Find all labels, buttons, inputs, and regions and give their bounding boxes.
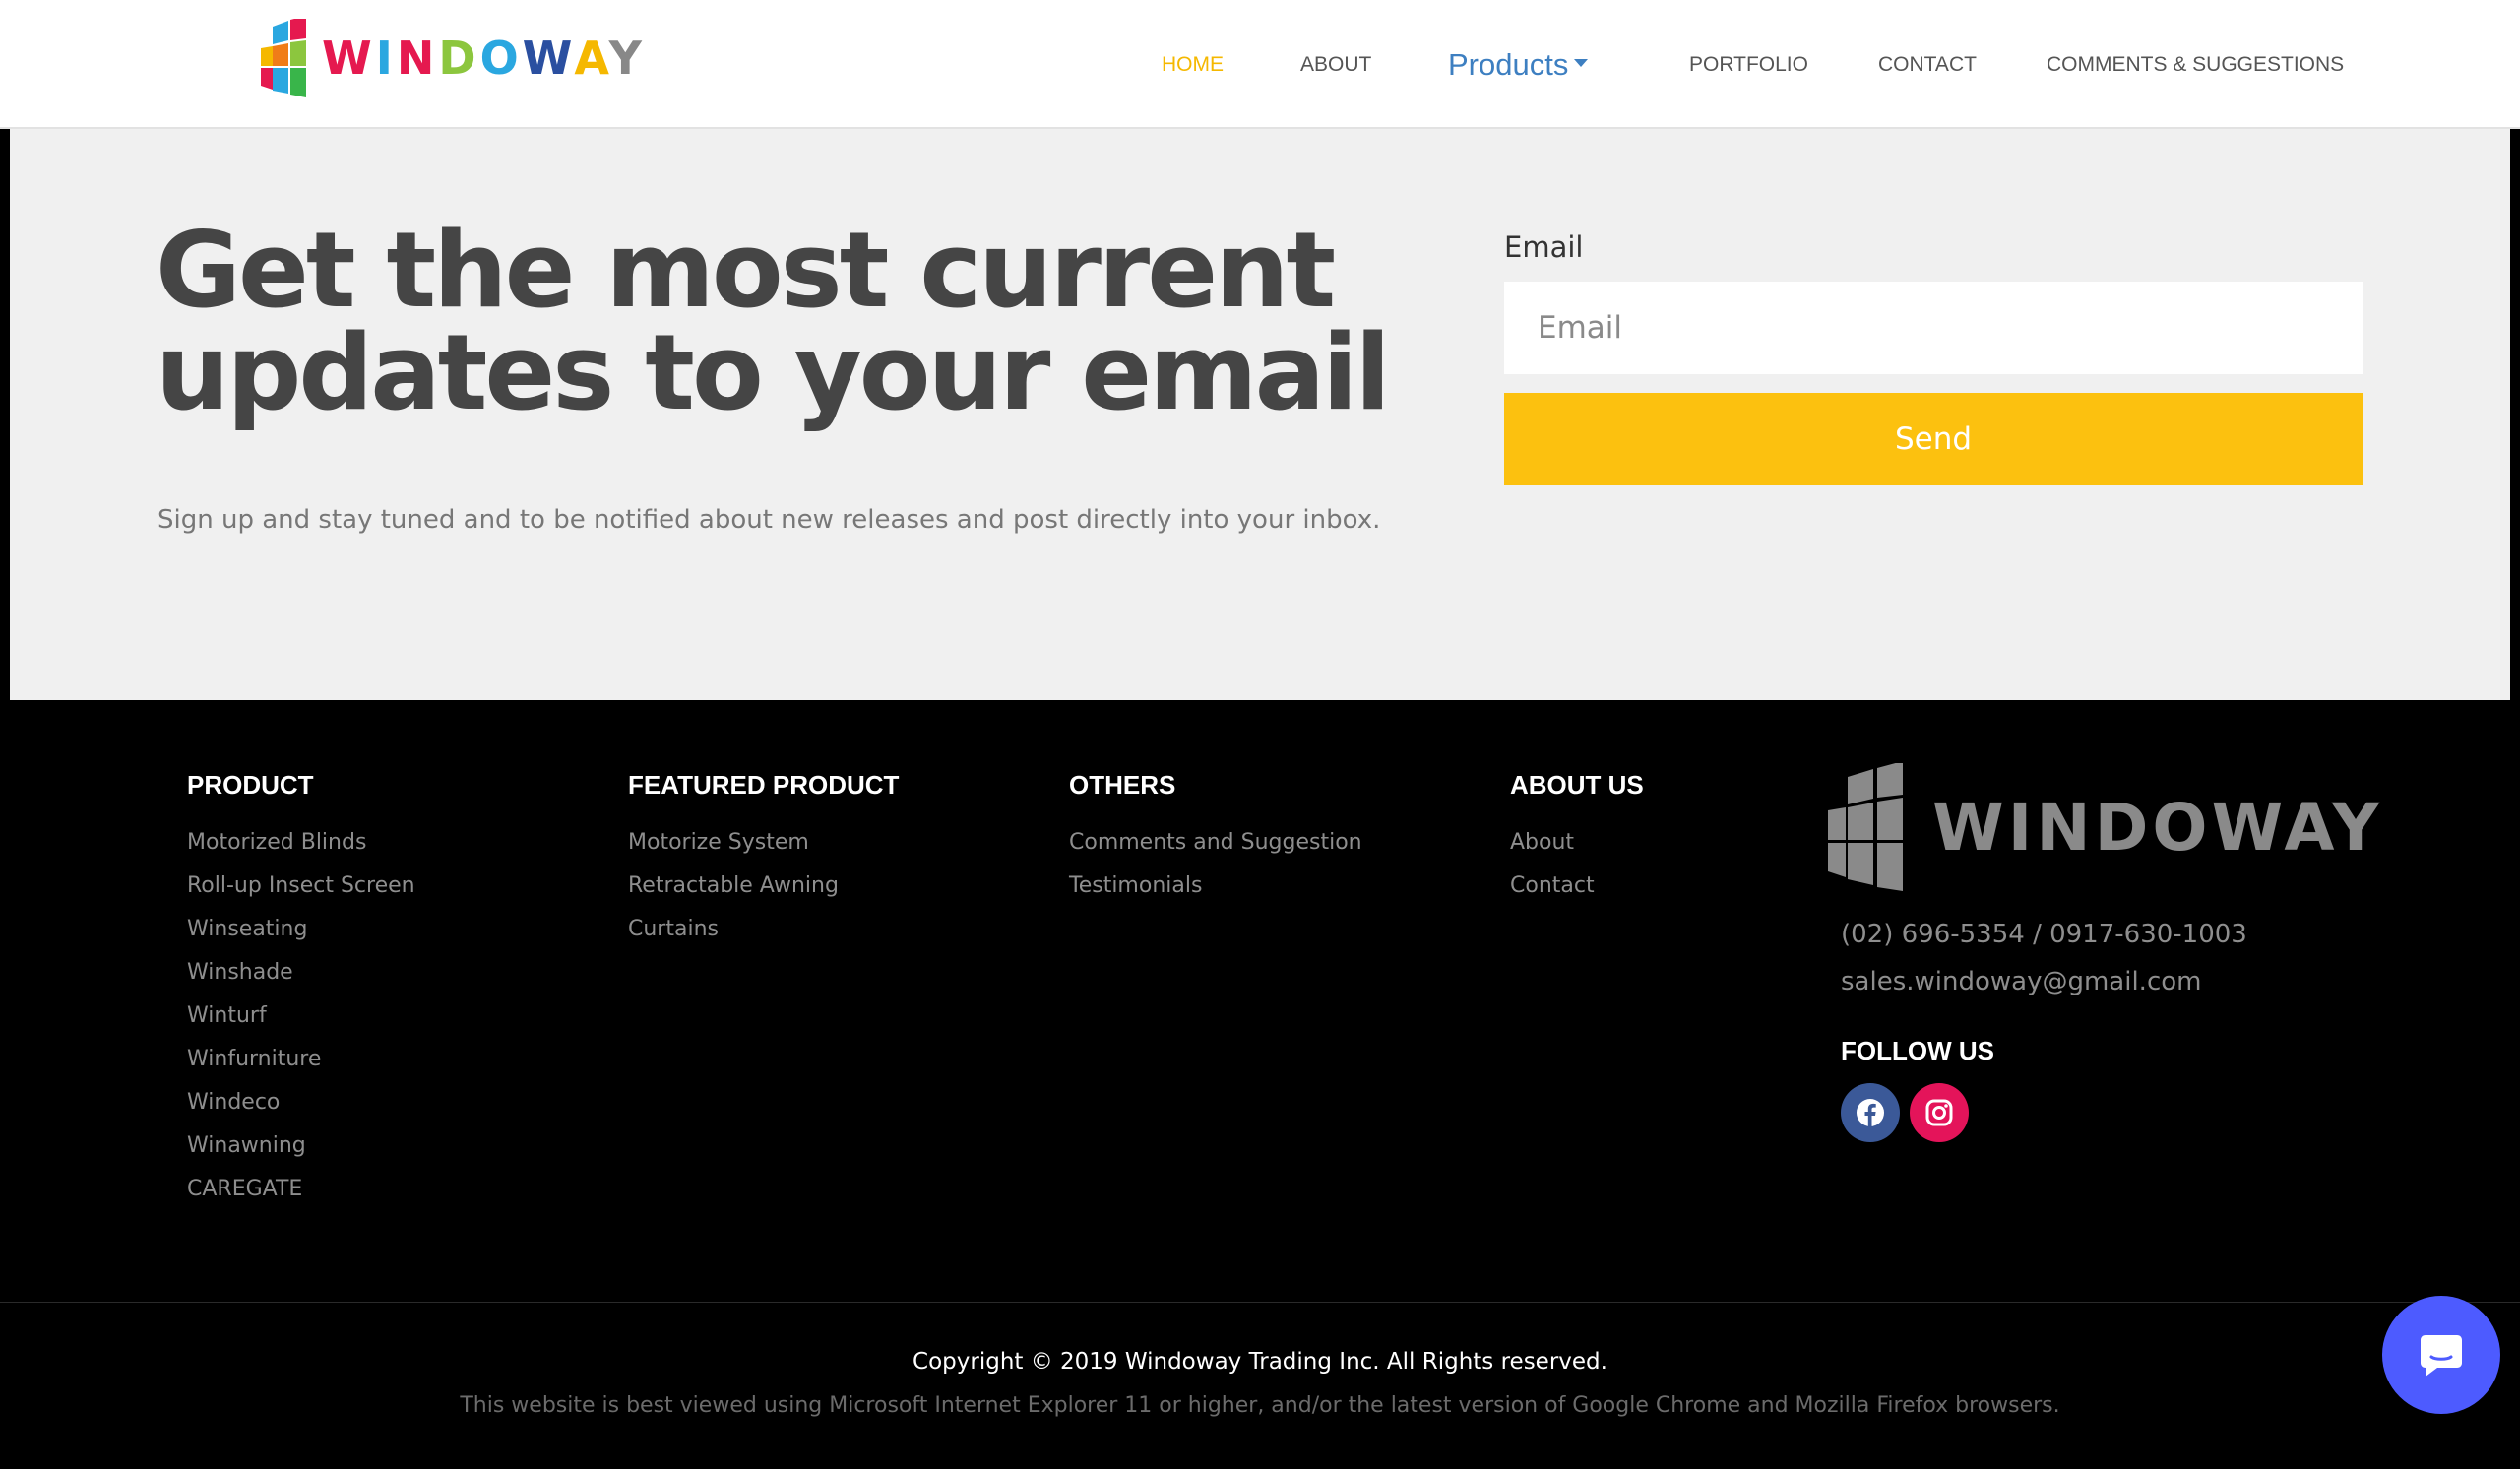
footer-link[interactable]: Winturf (187, 1003, 415, 1047)
footer-link-list: About Contact (1510, 830, 1644, 917)
footer-heading: FEATURED PRODUCT (628, 770, 900, 800)
nav-portfolio[interactable]: PORTFOLIO (1689, 0, 1808, 129)
footer-divider (0, 1302, 2520, 1303)
page-bottom-edge (0, 1469, 2520, 1477)
follow-us-heading: FOLLOW US (1841, 1036, 1994, 1065)
footer-phone[interactable]: (02) 696-5354 / 0917-630-1003 (1841, 920, 2247, 949)
footer-link-list: Motorize System Retractable Awning Curta… (628, 830, 899, 960)
footer-link-list: Motorized Blinds Roll-up Insect Screen W… (187, 830, 415, 1220)
footer-link[interactable]: Comments and Suggestion (1069, 830, 1362, 873)
copyright-text: Copyright © 2019 Windoway Trading Inc. A… (913, 1349, 1607, 1375)
footer-link[interactable]: Roll-up Insect Screen (187, 873, 415, 917)
footer-link[interactable]: Contact (1510, 873, 1644, 917)
instagram-icon (1925, 1099, 1953, 1126)
footer-link[interactable]: About (1510, 830, 1644, 873)
nav-about[interactable]: ABOUT (1300, 0, 1371, 129)
nav-home[interactable]: HOME (1162, 0, 1224, 129)
footer-link[interactable]: Windeco (187, 1090, 415, 1133)
nav-products-label: Products (1448, 46, 1569, 82)
site-header: WINDOWAY HOME ABOUT Products PORTFOLIO C… (0, 0, 2520, 129)
footer-column-product: PRODUCT Motorized Blinds Roll-up Insect … (187, 770, 415, 1220)
browser-note: This website is best viewed using Micros… (460, 1393, 2060, 1418)
facebook-icon (1857, 1099, 1884, 1126)
windoway-logo-mark-gray (1828, 763, 1903, 891)
footer-link[interactable]: Retractable Awning (628, 873, 899, 917)
footer-heading: PRODUCT (187, 770, 314, 800)
newsletter-title: Get the most current updates to your ema… (156, 210, 1391, 433)
footer-link[interactable]: CAREGATE (187, 1177, 415, 1220)
footer-email[interactable]: sales.windoway@gmail.com (1841, 967, 2201, 996)
footer-heading: ABOUT US (1510, 770, 1644, 800)
nav-products-dropdown[interactable]: Products (1448, 0, 1589, 129)
footer-link[interactable]: Winseating (187, 917, 415, 960)
footer-column-featured-product: FEATURED PRODUCT Motorize System Retract… (628, 770, 899, 960)
footer-link[interactable]: Winfurniture (187, 1047, 415, 1090)
email-input[interactable] (1504, 282, 2362, 374)
footer-heading: OTHERS (1069, 770, 1176, 800)
send-button[interactable]: Send (1504, 393, 2362, 485)
nav-contact[interactable]: CONTACT (1878, 0, 1977, 129)
footer-link[interactable]: Motorize System (628, 830, 899, 873)
main-nav: HOME ABOUT Products PORTFOLIO CONTACT CO… (0, 0, 2520, 129)
facebook-button[interactable] (1841, 1083, 1900, 1142)
chat-bubble-icon (2421, 1335, 2462, 1377)
chat-button[interactable] (2382, 1296, 2500, 1414)
email-label: Email (1504, 230, 1584, 264)
newsletter-section: Get the most current updates to your ema… (10, 129, 2510, 700)
footer-link[interactable]: Winshade (187, 960, 415, 1003)
footer-link[interactable]: Testimonials (1069, 873, 1362, 917)
footer-link-list: Comments and Suggestion Testimonials (1069, 830, 1362, 917)
footer-link[interactable]: Curtains (628, 917, 899, 960)
footer-column-about-us: ABOUT US About Contact (1510, 770, 1644, 917)
footer-logo[interactable]: WINDOWAY (1828, 763, 2383, 891)
newsletter-subtitle: Sign up and stay tuned and to be notifie… (158, 505, 1381, 535)
nav-comments-suggestions[interactable]: COMMENTS & SUGGESTIONS (2047, 0, 2344, 129)
instagram-button[interactable] (1910, 1083, 1969, 1142)
footer-link[interactable]: Winawning (187, 1133, 415, 1177)
footer-link[interactable]: Motorized Blinds (187, 830, 415, 873)
footer-logo-wordmark: WINDOWAY (1932, 789, 2383, 866)
footer-column-others: OTHERS Comments and Suggestion Testimoni… (1069, 770, 1362, 917)
chevron-down-icon (1574, 58, 1589, 67)
